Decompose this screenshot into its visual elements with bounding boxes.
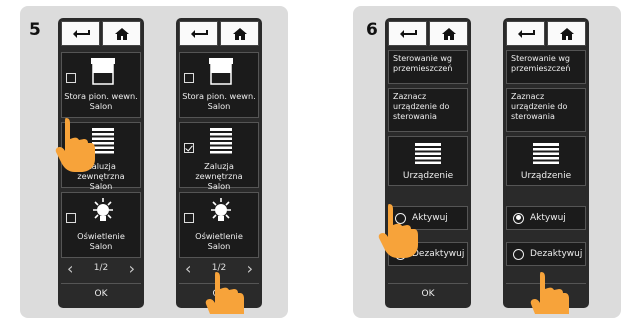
remote-screen-after: Sterowanie wg przemieszczeń Zaznacz urzą… [503,18,589,314]
back-button[interactable] [388,21,427,46]
item-name: Stora pion. wewn. [64,91,138,101]
back-button[interactable] [179,21,218,46]
top-bar [61,21,141,46]
ok-button[interactable]: OK [388,283,468,304]
select-prompt: Zaznacz urządzenie do sterowania [388,88,468,132]
checkbox-checked[interactable] [184,143,194,153]
back-arrow-icon [72,29,90,38]
indoor-blind-icon [91,58,115,85]
checkbox[interactable] [184,73,194,83]
ok-label: OK [421,289,435,299]
tap-hand-icon [530,272,569,314]
home-icon [559,27,574,40]
remote-screen-before: Sterowanie wg przemieszczeń Zaznacz urzą… [378,18,471,308]
prev-page-icon[interactable]: ‹ [179,259,197,278]
remote-screen-after: Stora pion. wewn. Salon Zaluzja zewnętrzn… [176,18,262,314]
home-button[interactable] [220,21,259,46]
back-arrow-icon [399,29,417,38]
list-item-venetian-outdoor[interactable]: Zaluzja zewnętrzna Salon [179,122,259,191]
home-icon [232,27,247,40]
ok-label: OK [94,289,108,299]
deactivate-label: Dezaktywuj [412,249,465,259]
back-arrow-icon [517,29,535,38]
mode-title: Sterowanie wg przemieszczeń [388,50,468,84]
item-name: Oświetlenie [77,231,125,241]
checkbox[interactable] [66,213,76,223]
item-room: Salon [89,101,113,111]
top-bar [179,21,259,46]
back-button[interactable] [61,21,100,46]
home-button[interactable] [429,21,468,46]
checkbox[interactable] [184,213,194,223]
step-6-panel: 6 Sterowanie wg przemieszczeń Zaznacz ur… [353,6,621,318]
tap-hand-icon [205,272,244,314]
page-indicator: 1/2 [93,263,109,273]
ok-button[interactable]: OK [61,283,141,304]
activate-label: Aktywuj [530,213,566,223]
home-button[interactable] [547,21,586,46]
item-room: Salon [207,181,231,191]
deactivate-option[interactable]: Dezaktywuj [506,242,586,266]
step-number: 5 [29,20,41,40]
item-name: Zaluzja zewnętrzna [195,161,243,181]
item-name: Stora pion. wewn. [182,91,256,101]
checkbox[interactable] [66,73,76,83]
venetian-blind-icon [533,143,559,164]
light-bulb-icon [93,198,113,221]
item-room: Salon [207,101,231,111]
item-room: Salon [207,241,231,251]
step-5-panel: 5 Stora pion. wewn. Salon Zaluzja zewnętr… [20,6,288,318]
device-label: Urządzenie [520,171,572,181]
indoor-blind-icon [209,58,233,85]
item-name: Oświetlenie [195,231,243,241]
next-page-icon[interactable]: › [123,259,141,278]
device-list: Stora pion. wewn. Salon Zaluzja zewnętrzn… [179,52,259,262]
remote-screen-before: Stora pion. wewn. Salon Zaluzja zewnętrzn… [55,18,144,308]
activate-option[interactable]: Aktywuj [506,206,586,230]
prev-page-icon[interactable]: ‹ [61,259,79,278]
item-room: Salon [89,181,113,191]
step-number: 6 [366,20,378,40]
radio-selected[interactable] [513,212,524,224]
device-label: Urządzenie [402,171,454,181]
tap-hand-icon [55,118,95,172]
list-item-light[interactable]: Oświetlenie Salon [61,192,141,258]
tap-hand-icon [378,204,418,258]
home-icon [114,27,129,40]
back-button[interactable] [506,21,545,46]
deactivate-label: Dezaktywuj [530,249,583,259]
device-tile[interactable]: Urządzenie [388,136,468,186]
select-prompt: Zaznacz urządzenie do sterowania [506,88,586,132]
home-button[interactable] [102,21,141,46]
list-item-light[interactable]: Oświetlenie Salon [179,192,259,258]
pager: ‹ 1/2 › [61,258,141,278]
list-item-blind-indoor[interactable]: Stora pion. wewn. Salon [61,52,141,118]
mode-title: Sterowanie wg przemieszczeń [506,50,586,84]
back-arrow-icon [190,29,208,38]
venetian-blind-icon [415,143,441,164]
light-bulb-icon [211,198,231,221]
venetian-blind-icon [210,128,232,154]
top-bar [506,21,586,46]
home-icon [441,27,456,40]
device-tile[interactable]: Urządzenie [506,136,586,186]
radio[interactable] [513,248,524,260]
top-bar [388,21,468,46]
item-room: Salon [89,241,113,251]
list-item-blind-indoor[interactable]: Stora pion. wewn. Salon [179,52,259,118]
